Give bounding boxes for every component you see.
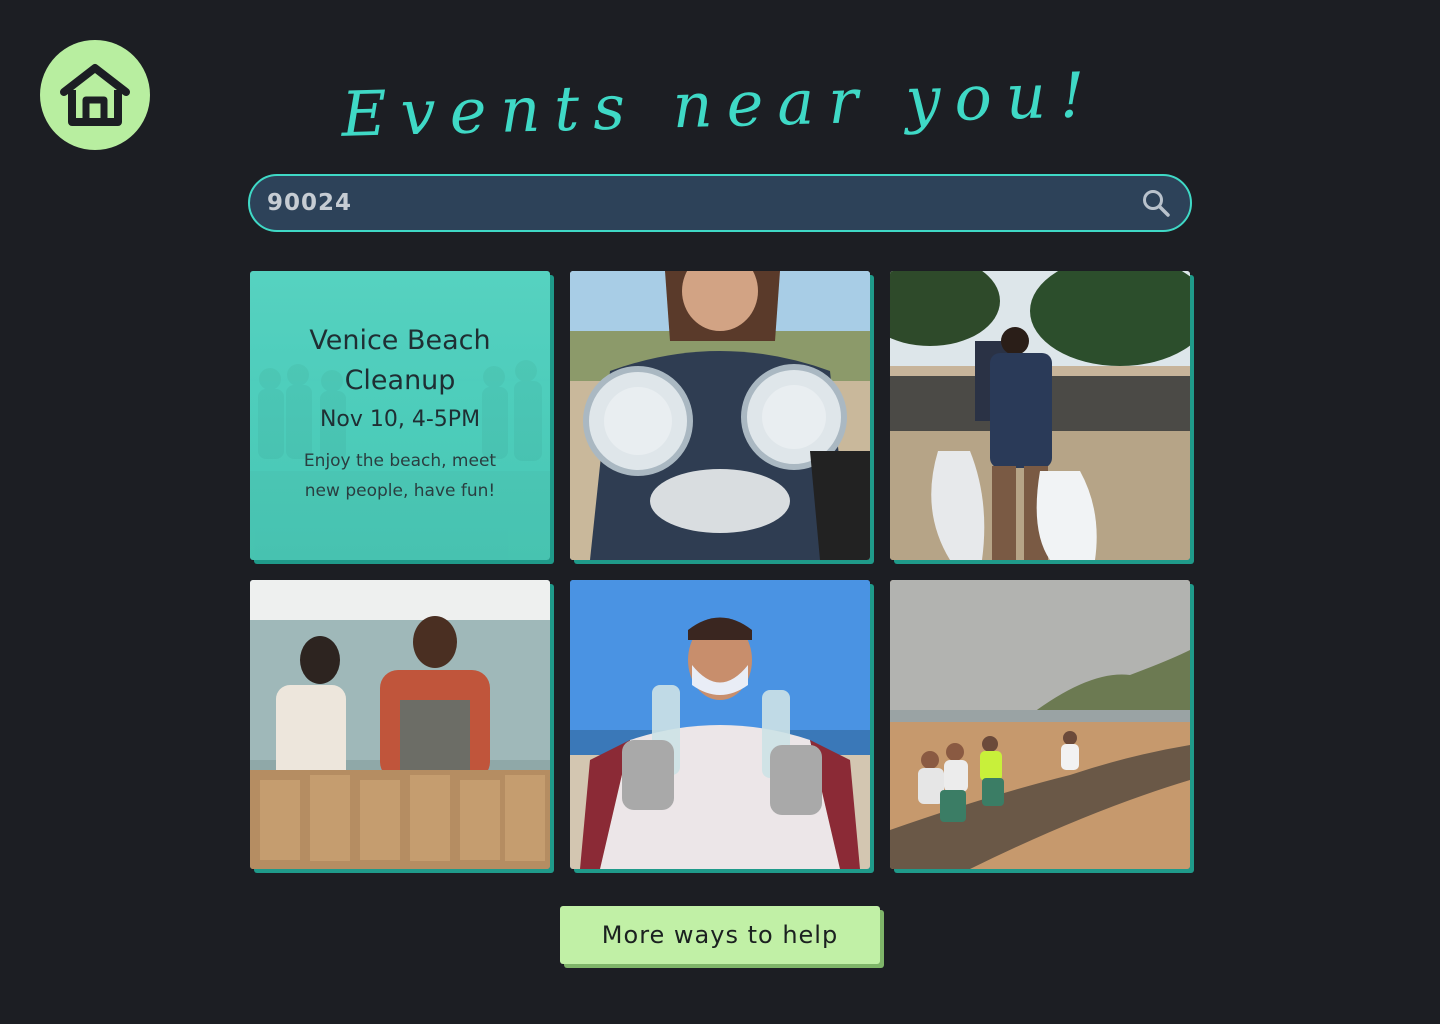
beach-crew-photo [890,580,1190,869]
page-title: Events near you! [340,58,1100,151]
search-input[interactable] [250,176,1138,230]
search-button[interactable] [1138,185,1174,221]
paper-bags-photo [250,580,550,869]
search-icon [1143,190,1170,217]
event-name: Venice Beach Cleanup [309,325,491,396]
event-photo-beach-crew[interactable] [890,580,1190,869]
more-ways-to-help-button[interactable]: More ways to help [560,906,880,964]
plastic-bottles-photo [570,580,870,869]
event-photo-paper-bags[interactable] [250,580,550,869]
plastic-lids-photo [570,271,870,560]
trash-bags-photo [890,271,1190,560]
events-grid: Venice Beach Cleanup Nov 10, 4-5PM Enjoy… [250,271,1194,871]
search-bar [248,174,1192,232]
event-card-venice-beach[interactable]: Venice Beach Cleanup Nov 10, 4-5PM Enjoy… [250,271,550,560]
event-description: Enjoy the beach, meet new people, have f… [303,451,497,501]
event-photo-plastic-lids[interactable] [570,271,870,560]
page: Events near you! V [0,0,1440,1024]
event-photo-plastic-bottles[interactable] [570,580,870,869]
event-photo-trash-bags[interactable] [890,271,1190,560]
event-date: Nov 10, 4-5PM [319,407,481,432]
